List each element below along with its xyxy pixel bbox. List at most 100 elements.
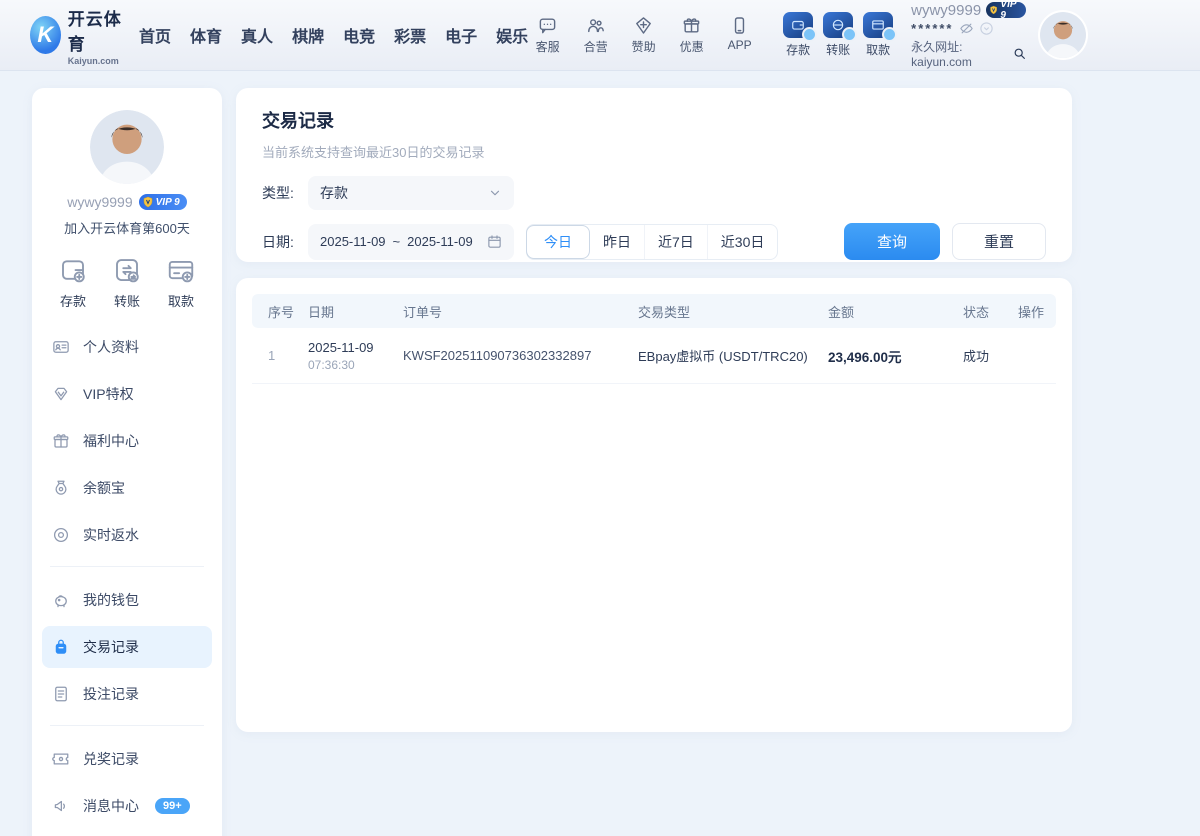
vip-icon <box>52 385 70 403</box>
menu-divider <box>50 566 204 567</box>
sidebar-item-label: 余额宝 <box>83 480 125 496</box>
sidebar-deposit-button[interactable]: 存款 <box>58 255 88 310</box>
sidebar-item-messages[interactable]: 消息中心 99+ <box>42 785 212 827</box>
sidebar-item-label: 个人资料 <box>83 339 139 355</box>
cell-index: 1 <box>268 348 276 363</box>
nav-item-live[interactable]: 真人 <box>241 23 273 47</box>
permanent-url: 永久网址: kaiyun.com <box>911 39 972 69</box>
col-header-amount: 金额 <box>828 304 855 320</box>
bets-icon <box>52 685 70 703</box>
nav-item-slots[interactable]: 电子 <box>445 23 477 47</box>
eye-off-icon[interactable] <box>959 21 974 36</box>
vip-badge[interactable]: VIP 9 <box>986 0 1026 21</box>
type-select[interactable]: 存款 <box>308 176 514 210</box>
sidebar-item-label: 消息中心 <box>83 798 139 814</box>
type-filter-row: 类型: 存款 <box>262 176 1072 210</box>
search-button[interactable]: 查询 <box>844 223 940 260</box>
welfare-icon <box>52 432 70 450</box>
cell-date-time: 07:36:30 <box>308 357 355 372</box>
withdraw-shortcut[interactable]: 取款 <box>863 12 898 58</box>
user-avatar[interactable] <box>1039 12 1086 58</box>
sidebar-item-profile[interactable]: 个人资料 <box>42 326 212 368</box>
col-header-order: 订单号 <box>403 304 443 320</box>
date-range-input[interactable]: 2025-11-09 ~ 2025-11-09 <box>308 223 514 260</box>
main-nav: 首页 体育 真人 棋牌 电竞 彩票 电子 娱乐 <box>139 23 528 47</box>
range-7days-button[interactable]: 近7日 <box>645 224 708 259</box>
vip-shield-icon <box>143 196 152 208</box>
transfer-tile-icon <box>823 12 858 42</box>
sidebar-item-bets[interactable]: 投注记录 <box>42 673 212 715</box>
vip-label: VIP 9 <box>1000 0 1017 21</box>
sidebar-item-vip[interactable]: VIP特权 <box>42 373 212 415</box>
cell-date-day: 2025-11-09 <box>308 339 374 355</box>
sidebar-item-label: VIP特权 <box>83 386 134 402</box>
sidebar-item-prizes[interactable]: 兑奖记录 <box>42 738 212 780</box>
nav-item-lottery[interactable]: 彩票 <box>394 23 426 47</box>
nav-item-cards[interactable]: 棋牌 <box>292 23 324 47</box>
quicklink-sponsor[interactable]: 赞助 <box>624 16 663 55</box>
quicklink-app[interactable]: APP <box>720 16 759 55</box>
col-header-action: 操作 <box>1018 304 1045 320</box>
quicklink-label: APP <box>727 37 752 52</box>
wallet-icon <box>52 591 70 609</box>
transactions-table-card: 序号 日期 订单号 交易类型 金额 状态 操作 1 2025-11-09 07:… <box>236 278 1072 732</box>
sidebar-item-yuebao[interactable]: 余额宝 <box>42 467 212 509</box>
menu-divider <box>50 725 204 726</box>
sidebar-item-wallet[interactable]: 我的钱包 <box>42 579 212 621</box>
transactions-icon <box>52 638 70 656</box>
rebate-icon <box>52 526 70 544</box>
sidebar-quick-actions: 存款 转账 取款 <box>32 255 222 310</box>
range-today-button[interactable]: 今日 <box>526 224 590 259</box>
phone-icon <box>730 16 749 35</box>
cell-order-number: KWSF202511090736302332897 <box>403 348 592 363</box>
profile-vip-badge[interactable]: VIP 9 <box>138 194 187 210</box>
deposit-icon <box>58 255 88 285</box>
sidebar-item-transactions[interactable]: 交易记录 <box>42 626 212 668</box>
wallet-shortcuts: 存款 转账 取款 <box>783 12 898 58</box>
brand-logo[interactable]: K 开云体育 Kaiyun.com <box>30 5 126 66</box>
deposit-tile-icon <box>783 12 818 42</box>
nav-item-sports[interactable]: 体育 <box>190 23 222 47</box>
nav-item-home[interactable]: 首页 <box>139 23 171 47</box>
quick-links: 客服 合营 赞助 优惠 APP <box>528 16 759 55</box>
sponsor-icon <box>634 16 653 35</box>
filter-card: 交易记录 当前系统支持查询最近30日的交易记录 类型: 存款 日期: 2025-… <box>236 88 1072 262</box>
range-30days-button[interactable]: 近30日 <box>708 225 778 259</box>
col-header-status: 状态 <box>963 304 990 320</box>
nav-item-entertainment[interactable]: 娱乐 <box>496 23 528 47</box>
deposit-label: 存款 <box>786 43 811 57</box>
sidebar-item-welfare[interactable]: 福利中心 <box>42 420 212 462</box>
filter-actions: 查询 重置 <box>844 223 1046 260</box>
date-start: 2025-11-09 <box>320 234 386 249</box>
profile-username-row: wywy9999 VIP 9 <box>32 194 222 210</box>
quick-range-group: 今日 昨日 近7日 近30日 <box>526 223 779 260</box>
nav-item-esports[interactable]: 电竞 <box>343 23 375 47</box>
sidebar-withdraw-button[interactable]: 取款 <box>166 255 196 310</box>
sidebar-transfer-button[interactable]: 转账 <box>112 255 142 310</box>
table-row[interactable]: 1 2025-11-09 07:36:30 KWSF20251109073630… <box>252 328 1056 384</box>
deposit-shortcut[interactable]: 存款 <box>783 12 818 58</box>
quicklink-label: 合营 <box>583 39 608 54</box>
id-card-icon <box>52 338 70 356</box>
cell-date: 2025-11-09 07:36:30 <box>308 340 403 372</box>
transfer-shortcut[interactable]: 转账 <box>823 12 858 58</box>
quicklink-promo[interactable]: 优惠 <box>672 16 711 55</box>
quicklink-label: 赞助 <box>631 39 656 54</box>
col-header-date: 日期 <box>308 304 335 320</box>
sidebar-item-rebate[interactable]: 实时返水 <box>42 514 212 556</box>
message-icon <box>52 797 70 815</box>
withdraw-label: 取款 <box>167 294 194 309</box>
quicklink-partners[interactable]: 合营 <box>576 16 615 55</box>
date-end: 2025-11-09 <box>407 234 473 249</box>
magnifier-icon[interactable] <box>1013 47 1026 60</box>
quicklink-service[interactable]: 客服 <box>528 16 567 55</box>
refresh-circle-icon[interactable] <box>979 21 994 36</box>
profile-avatar[interactable] <box>90 110 164 184</box>
range-yesterday-button[interactable]: 昨日 <box>590 224 645 259</box>
vip-label: VIP 9 <box>155 196 180 208</box>
transfer-icon <box>112 255 142 285</box>
join-days-text: 加入开云体育第600天 <box>64 221 190 236</box>
profile-username: wywy9999 <box>67 194 133 210</box>
reset-button[interactable]: 重置 <box>952 223 1046 260</box>
quicklink-label: 客服 <box>535 39 560 54</box>
